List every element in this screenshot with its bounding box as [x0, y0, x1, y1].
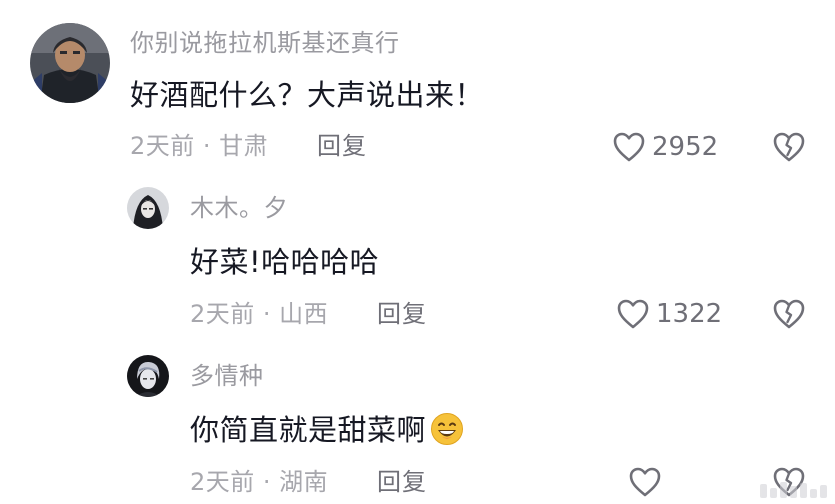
dark-hooded-avatar-icon: [127, 187, 169, 229]
like-button[interactable]: [628, 465, 668, 499]
heart-icon: [617, 299, 649, 329]
dark-haired-avatar-icon: [127, 355, 169, 397]
bearded-man-avatar-icon: [30, 23, 110, 103]
comment-text: 好酒配什么？大声说出来！: [130, 78, 485, 112]
broken-heart-icon: [773, 132, 805, 162]
comment-username[interactable]: 你别说拖拉机斯基还真行: [130, 28, 400, 58]
like-count: 2952: [652, 132, 719, 162]
watermark-icon: [760, 482, 827, 498]
like-count: 1322: [656, 299, 723, 329]
comment-meta: 2天前 · 湖南: [190, 468, 329, 496]
comment-text: 你简直就是甜菜啊: [190, 411, 464, 449]
comment-section: 你别说拖拉机斯基还真行 好酒配什么？大声说出来！ 2天前 · 甘肃 回复 295…: [0, 0, 835, 504]
like-button[interactable]: 2952: [612, 130, 718, 164]
comment-username[interactable]: 木木。夕: [190, 193, 288, 223]
comment-username[interactable]: 多情种: [190, 361, 264, 391]
user-avatar[interactable]: [127, 355, 169, 397]
heart-icon: [629, 467, 661, 497]
reply-button[interactable]: 回复: [377, 299, 427, 329]
comment-meta: 2天前 · 山西: [190, 300, 329, 328]
heart-icon: [613, 132, 645, 162]
user-avatar[interactable]: [30, 23, 110, 103]
comment-text-body: 你简直就是甜菜啊: [190, 413, 427, 447]
reply-button[interactable]: 回复: [377, 467, 427, 497]
comment-text: 好菜!哈哈哈哈: [190, 245, 380, 279]
dislike-button[interactable]: [772, 298, 806, 330]
dislike-button[interactable]: [772, 131, 806, 163]
reply-button[interactable]: 回复: [317, 131, 367, 161]
broken-heart-icon: [773, 299, 805, 329]
comment-meta: 2天前 · 甘肃: [130, 132, 269, 160]
grinning-face-emoji-icon: [430, 412, 464, 446]
like-button[interactable]: 1322: [616, 297, 722, 331]
user-avatar[interactable]: [127, 187, 169, 229]
